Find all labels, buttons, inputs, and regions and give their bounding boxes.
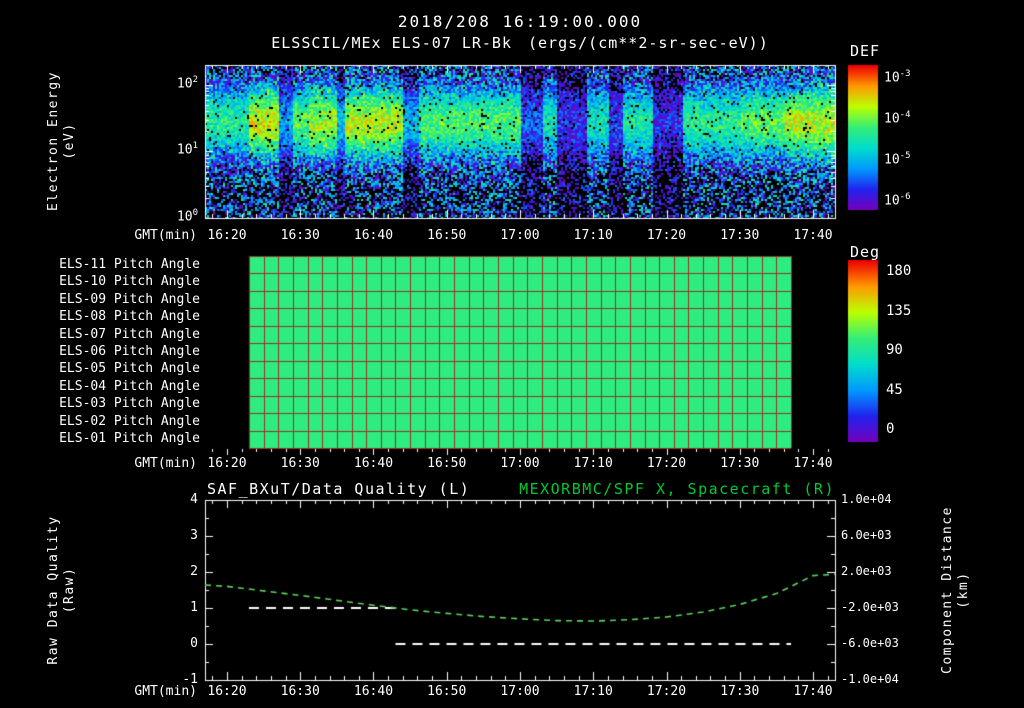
x-tick-label: 17:40 (793, 684, 833, 699)
x-tick-label: 16:40 (353, 228, 394, 243)
pitch-row-label: ELS-05 Pitch Angle (59, 361, 200, 377)
pitch-row-label: ELS-02 Pitch Angle (59, 413, 200, 429)
pitch-row-label: ELS-03 Pitch Angle (59, 396, 200, 412)
y-axis-label-component-distance: Component Distance (km) (940, 506, 972, 674)
y-tick-label: -6.0e+03 (841, 636, 899, 650)
y-axis-label-raw-data-quality: Raw Data Quality (Raw) (46, 515, 78, 664)
colorbar-def-label: DEF (850, 42, 881, 60)
x-tick-label: 17:00 (500, 456, 540, 471)
x-tick-label: 16:30 (280, 684, 320, 699)
gmt-axis-label-panel2: GMT(min) (134, 456, 197, 471)
y-tick-label: 3 (190, 528, 198, 543)
y-axis-label-line: (eV) (62, 122, 77, 160)
y-tick-label: 101 (176, 141, 198, 158)
y-tick-label: 6.0e+03 (841, 528, 892, 542)
pitch-row-label: ELS-07 Pitch Angle (59, 326, 200, 342)
y-tick-label: -2.0e+03 (841, 600, 899, 614)
pitch-row-label: ELS-01 Pitch Angle (59, 431, 200, 447)
pitch-row-label: ELS-06 Pitch Angle (59, 344, 200, 359)
panel3-title-right: MEXORBMC/SPF X, Spacecraft (R) (519, 480, 835, 498)
colorbar-deg-label: Deg (850, 243, 881, 261)
colorbar-tick-label: 10-4 (884, 110, 911, 127)
y-tick-label: -1.0e+04 (841, 672, 899, 686)
x-tick-label: 17:30 (720, 684, 760, 699)
colorbar-tick-label: 10-6 (884, 192, 911, 209)
y-axis-label-line: Electron Energy (46, 71, 61, 211)
x-tick-label: 16:20 (207, 228, 247, 243)
y-axis-label-line: (km) (956, 571, 971, 609)
x-tick-label: 16:30 (280, 228, 320, 243)
x-tick-label: 17:40 (793, 456, 833, 471)
x-tick-label: 17:00 (500, 684, 540, 699)
x-tick-label: 17:20 (646, 456, 687, 471)
x-tick-label: 16:50 (427, 228, 467, 243)
plot-title: ELSSCIL/MEx ELS-07 LR-Bk (ergs/(cm**2-sr-… (205, 34, 835, 52)
plot-title-units: (ergs/(cm**2-sr-sec-eV)) (528, 34, 769, 52)
x-tick-label: 16:50 (427, 456, 467, 471)
x-tick-label: 16:30 (280, 456, 320, 471)
x-tick-label: 16:20 (207, 684, 247, 699)
gmt-axis-label-panel1: GMT(min) (134, 228, 197, 243)
pitch-row-label: ELS-04 Pitch Angle (59, 378, 200, 394)
y-axis-label-line: (Raw) (62, 566, 77, 614)
y-tick-label: 4 (190, 492, 198, 507)
colorbar-tick-label: 135 (886, 302, 912, 319)
y-tick-label: 1.0e+04 (841, 492, 892, 506)
x-tick-label: 17:20 (646, 228, 687, 243)
y-axis-label-line: Component Distance (940, 506, 955, 674)
x-tick-label: 17:00 (500, 228, 540, 243)
colorbar-tick-label: 0 (886, 421, 895, 437)
pitch-row-label: ELS-09 Pitch Angle (59, 291, 200, 307)
colorbar-tick-label: 45 (886, 381, 903, 398)
y-tick-label: 0 (190, 636, 198, 651)
x-tick-label: 16:40 (353, 684, 394, 699)
y-tick-label: 100 (176, 208, 198, 225)
x-tick-label: 16:20 (207, 456, 247, 471)
y-tick-label: 102 (176, 74, 198, 92)
x-tick-label: 16:40 (353, 456, 394, 471)
colorbar-tick-label: 10-3 (884, 69, 911, 86)
x-tick-label: 16:50 (427, 684, 467, 699)
pitch-row-label: ELS-08 Pitch Angle (59, 309, 200, 325)
y-tick-label: 2 (190, 564, 198, 579)
y-tick-label: 1 (190, 600, 198, 615)
colorbar-tick-label: 180 (886, 263, 912, 279)
y-axis-label-electron-energy: Electron Energy (eV) (46, 71, 78, 211)
y-tick-label: -1 (182, 672, 198, 687)
x-tick-label: 17:10 (573, 684, 613, 699)
pitch-row-label: ELS-11 Pitch Angle (59, 256, 200, 272)
x-tick-label: 17:10 (573, 228, 613, 243)
plot-title-instrument: ELSSCIL/MEx ELS-07 LR-Bk (271, 34, 512, 52)
y-tick-label: 2.0e+03 (841, 564, 892, 578)
x-tick-label: 17:10 (573, 456, 613, 471)
x-tick-label: 17:20 (646, 684, 687, 699)
colorbar-tick-label: 90 (886, 342, 903, 358)
y-axis-label-line: Raw Data Quality (46, 515, 61, 665)
science-plot-page: 2018/208 16:19:00.000 ELSSCIL/MEx ELS-07… (0, 0, 1024, 708)
x-tick-label: 17:30 (720, 228, 760, 243)
title-datetime: 2018/208 16:19:00.000 (397, 12, 643, 31)
pitch-row-label: ELS-10 Pitch Angle (59, 274, 200, 290)
colorbar-tick-label: 10-5 (884, 151, 911, 168)
x-tick-label: 17:30 (720, 456, 760, 471)
x-tick-label: 17:40 (793, 228, 833, 243)
